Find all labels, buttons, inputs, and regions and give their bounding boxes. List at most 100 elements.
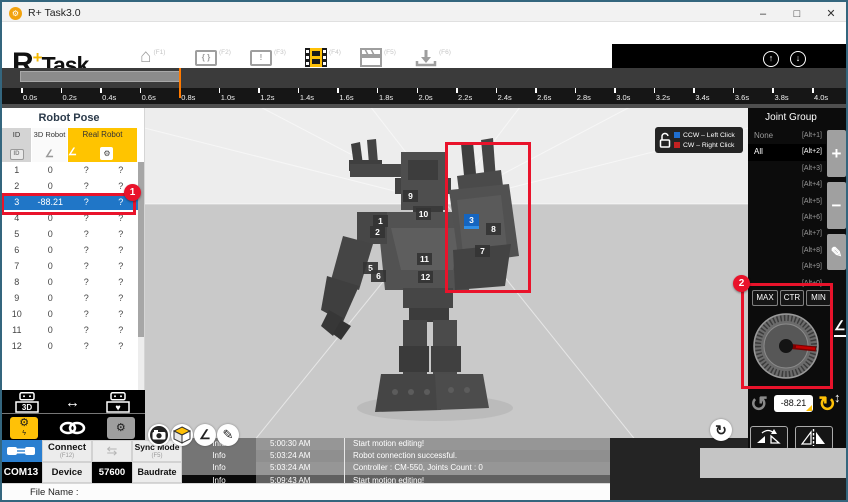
- close-button[interactable]: ✕: [814, 4, 848, 24]
- pose-cell[interactable]: 0: [32, 162, 69, 178]
- joint-group-item[interactable]: [Alt+5]: [748, 194, 826, 210]
- pose-cell[interactable]: ?: [69, 242, 104, 258]
- joint-group-item[interactable]: All[Alt+2]: [748, 144, 826, 160]
- tab-home[interactable]: ⌂(F1): [140, 48, 182, 66]
- download-from-robot-icon[interactable]: ↓: [790, 51, 806, 67]
- pose-cell[interactable]: 9: [2, 290, 32, 306]
- pose-cell[interactable]: 0: [32, 226, 69, 242]
- angle-tool-icon[interactable]: ∠: [834, 318, 846, 337]
- pose-cell[interactable]: 2: [2, 178, 32, 194]
- pose-row[interactable]: 50??: [2, 226, 138, 242]
- timeline-ruler[interactable]: 0.0s0.2s0.4s0.6s0.8s1.0s1.2s1.4s1.6s1.8s…: [0, 88, 848, 104]
- rotate-view-button[interactable]: ↻: [710, 419, 732, 441]
- pose-cell[interactable]: ?: [69, 322, 104, 338]
- tab-scene[interactable]: (F5): [360, 48, 402, 67]
- pose-cell[interactable]: 0: [32, 322, 69, 338]
- log-row[interactable]: Info5:03:24 AMController : CM-550, Joint…: [182, 462, 610, 474]
- pose-cell[interactable]: 0: [32, 274, 69, 290]
- timeline-scrollbar[interactable]: [20, 71, 180, 82]
- pose-row[interactable]: 110??: [2, 322, 138, 338]
- pose-cell[interactable]: ?: [104, 226, 139, 242]
- edit-pencil-button[interactable]: ✎: [217, 424, 239, 446]
- joint-group-item[interactable]: [Alt+6]: [748, 210, 826, 226]
- joint-angle-input[interactable]: -88.21: [774, 395, 813, 412]
- pose-cell[interactable]: 1: [2, 162, 32, 178]
- pose-cell[interactable]: 8: [2, 274, 32, 290]
- connect-button[interactable]: Connect(F12): [42, 440, 92, 462]
- pose-cell[interactable]: 12: [2, 338, 32, 354]
- joint-label-2[interactable]: 2: [370, 226, 385, 238]
- baudrate-value[interactable]: 57600: [92, 462, 132, 483]
- pose-cell[interactable]: 6: [2, 242, 32, 258]
- pose-cell[interactable]: 10: [2, 306, 32, 322]
- rotate-ccw-button[interactable]: ↺: [746, 392, 772, 418]
- pose-cell[interactable]: ?: [104, 306, 139, 322]
- pose-cell[interactable]: ?: [69, 258, 104, 274]
- pose-cell[interactable]: ?: [69, 162, 104, 178]
- tab-code[interactable]: { }(F2): [195, 48, 237, 66]
- pose-row[interactable]: 70??: [2, 258, 138, 274]
- pose-cell[interactable]: ?: [69, 290, 104, 306]
- joint-label-10[interactable]: 10: [416, 208, 431, 220]
- pose-cell[interactable]: ?: [104, 258, 139, 274]
- torque-on-button[interactable]: ⚙ϟ: [10, 417, 38, 439]
- joint-group-item[interactable]: [Alt+7]: [748, 226, 826, 242]
- log-row[interactable]: Info5:00:30 AMStart motion editing!: [182, 438, 610, 450]
- connect-plug-button[interactable]: [0, 440, 42, 462]
- measure-angle-button[interactable]: ∠: [194, 424, 216, 446]
- joint-label-6[interactable]: 6: [371, 270, 386, 282]
- pose-cell[interactable]: ?: [69, 178, 104, 194]
- pose-cell[interactable]: ?: [104, 338, 139, 354]
- pose-cell[interactable]: ?: [69, 274, 104, 290]
- pose-cell[interactable]: 11: [2, 322, 32, 338]
- joint-label-9[interactable]: 9: [403, 190, 418, 202]
- pose-cell[interactable]: ?: [69, 338, 104, 354]
- minimize-button[interactable]: –: [746, 4, 780, 24]
- joint-group-item[interactable]: [Alt+9]: [748, 259, 826, 275]
- swap-pose-button[interactable]: [750, 426, 788, 450]
- device-label[interactable]: Device: [42, 462, 92, 483]
- joint-group-item[interactable]: [Alt+3]: [748, 161, 826, 177]
- maximize-button[interactable]: □: [780, 4, 814, 24]
- robot-3d-icon[interactable]: 3D: [12, 392, 42, 413]
- baudrate-label[interactable]: Baudrate: [132, 462, 182, 483]
- pose-cell[interactable]: 5: [2, 226, 32, 242]
- joint-group-item[interactable]: None[Alt+1]: [748, 128, 826, 144]
- joint-group-item[interactable]: [Alt+4]: [748, 177, 826, 193]
- pose-row[interactable]: 20??: [2, 178, 138, 194]
- pose-cell[interactable]: ?: [104, 242, 139, 258]
- robot-heart-icon[interactable]: ♥: [103, 392, 133, 413]
- transfer-arrows-icon[interactable]: ↔: [65, 394, 80, 411]
- com-port-value[interactable]: COM13: [0, 462, 42, 483]
- joint-label-11[interactable]: 11: [417, 253, 432, 265]
- pose-row[interactable]: 90??: [2, 290, 138, 306]
- updown-arrow-icon[interactable]: ↕: [834, 390, 841, 405]
- sync-icon-button[interactable]: ⇆: [92, 440, 132, 462]
- pose-row[interactable]: 100??: [2, 306, 138, 322]
- torque-off-button[interactable]: ⚙: [107, 417, 135, 439]
- view-cube-button[interactable]: [171, 424, 193, 446]
- joint-group-item[interactable]: [Alt+8]: [748, 243, 826, 259]
- pose-cell[interactable]: ?: [104, 162, 139, 178]
- joint-label-12[interactable]: 12: [418, 271, 433, 283]
- pose-cell[interactable]: ?: [104, 322, 139, 338]
- timeline-playhead[interactable]: [179, 68, 181, 98]
- tab-verify[interactable]: !(F3): [250, 48, 292, 66]
- pose-cell[interactable]: ?: [69, 306, 104, 322]
- pose-cell[interactable]: ?: [104, 290, 139, 306]
- tab-download[interactable]: (F6): [415, 48, 457, 67]
- log-row[interactable]: Info5:03:24 AMRobot connection successfu…: [182, 450, 610, 462]
- add-group-button[interactable]: +: [827, 130, 846, 177]
- unlock-icon[interactable]: [658, 132, 671, 148]
- record-camera-button[interactable]: [148, 424, 170, 446]
- pose-cell[interactable]: 0: [32, 290, 69, 306]
- pose-cell[interactable]: 0: [32, 258, 69, 274]
- pose-row[interactable]: 60??: [2, 242, 138, 258]
- pose-cell[interactable]: 0: [32, 242, 69, 258]
- edit-group-button[interactable]: ✎: [827, 234, 846, 270]
- tab-motion[interactable]: (F4): [305, 48, 347, 67]
- pose-cell[interactable]: 0: [32, 338, 69, 354]
- pose-cell[interactable]: 0: [32, 306, 69, 322]
- pose-cell[interactable]: 7: [2, 258, 32, 274]
- remove-group-button[interactable]: −: [827, 182, 846, 229]
